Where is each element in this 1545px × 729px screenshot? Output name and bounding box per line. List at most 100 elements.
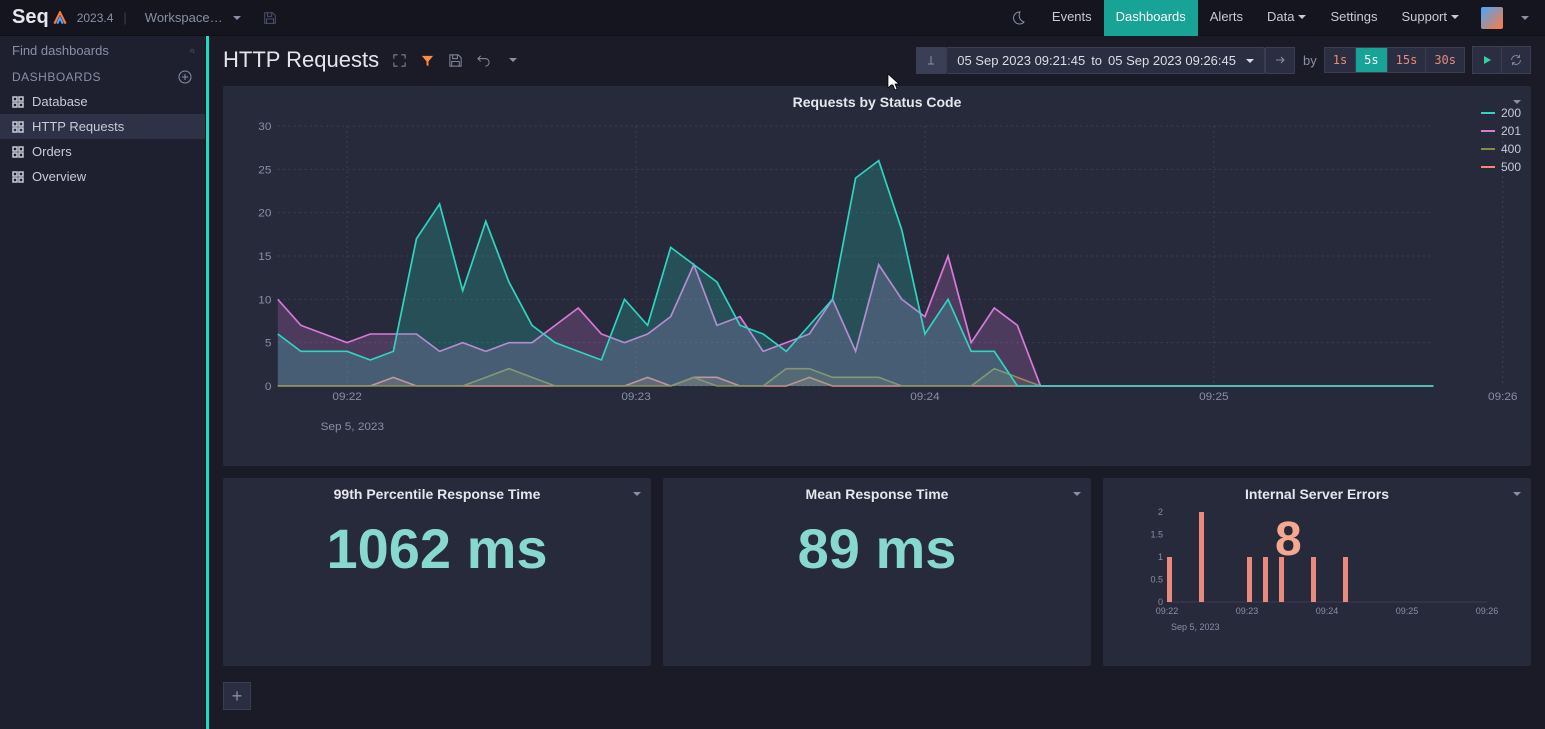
legend-item[interactable]: 200 — [1481, 106, 1521, 120]
refresh-icon — [1509, 53, 1523, 67]
sidebar-item-database[interactable]: Database — [0, 89, 205, 114]
chevron-down-icon — [1242, 53, 1254, 68]
sidebar-search — [0, 36, 205, 65]
panel-menu[interactable] — [1069, 486, 1081, 501]
svg-text:09:25: 09:25 — [1199, 391, 1228, 403]
by-label: by — [1303, 53, 1317, 68]
search-icon[interactable] — [190, 44, 195, 58]
main-content: HTTP Requests 05 Sep 2023 09:21:45 to 05… — [206, 36, 1545, 729]
interval-15s[interactable]: 15s — [1387, 47, 1427, 73]
svg-text:09:23: 09:23 — [621, 391, 650, 403]
sidebar-item-overview[interactable]: Overview — [0, 164, 205, 189]
moon-icon — [1010, 10, 1026, 26]
bar-chart-svg: 00.511.5209:2209:2309:2409:2509:26Sep 5,… — [1115, 502, 1519, 632]
nav-alerts[interactable]: Alerts — [1198, 0, 1255, 36]
dashboard-list: Database HTTP Requests Orders Overview — [0, 89, 205, 189]
svg-text:09:22: 09:22 — [1156, 606, 1179, 616]
workspace-name: Workspace… — [145, 10, 223, 25]
anchor-icon — [925, 54, 937, 66]
undo-button[interactable] — [473, 50, 493, 70]
time-range-picker[interactable]: 05 Sep 2023 09:21:45 to 05 Sep 2023 09:2… — [946, 47, 1265, 74]
sidebar-item-orders[interactable]: Orders — [0, 139, 205, 164]
workspace-selector[interactable]: Workspace… — [137, 6, 249, 29]
undo-icon — [476, 53, 491, 68]
time-to-lbl: to — [1091, 53, 1102, 68]
page-title: HTTP Requests — [223, 47, 379, 73]
area-chart-svg: 05101520253009:2209:2309:2409:2509:26Sep… — [235, 116, 1519, 436]
svg-text:30: 30 — [258, 121, 271, 133]
legend-item[interactable]: 201 — [1481, 124, 1521, 138]
section-title: DASHBOARDS — [12, 70, 101, 84]
user-menu[interactable] — [1513, 10, 1533, 26]
svg-text:Sep 5, 2023: Sep 5, 2023 — [321, 421, 384, 433]
mean-panel: Mean Response Time 89 ms — [663, 478, 1091, 666]
search-input[interactable] — [10, 42, 190, 59]
panel-title: Mean Response Time — [675, 486, 1079, 502]
interval-buttons: 1s 5s 15s 30s — [1325, 47, 1465, 73]
top-bar: Seq 2023.4 | Workspace… Events Dashboard… — [0, 0, 1545, 36]
sidebar-item-http-requests[interactable]: HTTP Requests — [0, 114, 205, 139]
nav-events[interactable]: Events — [1040, 0, 1104, 36]
status-chart[interactable]: 05101520253009:2209:2309:2409:2509:26Sep… — [235, 116, 1519, 436]
interval-1s[interactable]: 1s — [1324, 47, 1356, 73]
grid-icon — [12, 171, 24, 183]
metric-row: 99th Percentile Response Time 1062 ms Me… — [223, 478, 1531, 666]
svg-text:Sep 5, 2023: Sep 5, 2023 — [1171, 622, 1220, 632]
errors-chart[interactable]: 00.511.5209:2209:2309:2409:2509:26Sep 5,… — [1115, 502, 1519, 632]
sidebar: DASHBOARDS Database HTTP Requests Orders… — [0, 36, 206, 729]
primary-nav: Events Dashboards Alerts Data Settings S… — [1040, 0, 1471, 36]
time-to: 05 Sep 2023 09:26:45 — [1108, 53, 1236, 68]
save-button[interactable] — [445, 50, 465, 70]
more-button[interactable] — [501, 50, 521, 70]
errors-panel: Internal Server Errors 00.511.5209:2209:… — [1103, 478, 1531, 666]
chart-legend: 200 201 400 500 — [1481, 106, 1521, 174]
panel-menu[interactable] — [1509, 486, 1521, 501]
sidebar-item-label: Database — [32, 94, 88, 109]
svg-text:5: 5 — [265, 338, 272, 350]
svg-text:20: 20 — [258, 208, 271, 220]
play-icon — [1481, 54, 1493, 66]
errors-total: 8 — [1275, 512, 1302, 567]
logo-mark-icon — [53, 11, 67, 25]
jump-forward-button[interactable] — [1265, 47, 1295, 74]
filter-icon — [420, 53, 435, 68]
user-avatar[interactable] — [1481, 7, 1503, 29]
legend-item[interactable]: 500 — [1481, 160, 1521, 174]
svg-text:1: 1 — [1158, 552, 1163, 562]
play-controls — [1473, 46, 1531, 74]
svg-text:1.5: 1.5 — [1150, 530, 1163, 540]
nav-support[interactable]: Support — [1389, 0, 1471, 36]
grid-icon — [12, 96, 24, 108]
time-from: 05 Sep 2023 09:21:45 — [957, 53, 1085, 68]
nav-settings[interactable]: Settings — [1318, 0, 1389, 36]
add-panel-button[interactable]: + — [223, 682, 251, 710]
svg-text:09:26: 09:26 — [1488, 391, 1517, 403]
theme-toggle-button[interactable] — [1006, 6, 1030, 30]
panel-title: Requests by Status Code — [235, 94, 1519, 110]
fullscreen-button[interactable] — [389, 50, 409, 70]
svg-text:09:22: 09:22 — [332, 391, 361, 403]
p99-panel: 99th Percentile Response Time 1062 ms — [223, 478, 651, 666]
range-anchor-button[interactable] — [916, 47, 946, 74]
logo[interactable]: Seq — [12, 6, 67, 29]
arrow-right-icon — [1274, 54, 1286, 66]
refresh-button[interactable] — [1501, 46, 1531, 74]
panel-menu[interactable] — [629, 486, 641, 501]
time-controls: 05 Sep 2023 09:21:45 to 05 Sep 2023 09:2… — [916, 46, 1531, 74]
divider: | — [123, 10, 126, 25]
interval-5s[interactable]: 5s — [1355, 47, 1387, 73]
add-dashboard-icon[interactable] — [177, 69, 193, 85]
nav-data[interactable]: Data — [1255, 0, 1318, 36]
panel-title: 99th Percentile Response Time — [235, 486, 639, 502]
sidebar-item-label: HTTP Requests — [32, 119, 124, 134]
interval-30s[interactable]: 30s — [1425, 47, 1465, 73]
filter-button[interactable] — [417, 50, 437, 70]
save-workspace-button[interactable] — [259, 7, 281, 29]
nav-dashboards[interactable]: Dashboards — [1104, 0, 1198, 36]
svg-text:0: 0 — [265, 381, 272, 393]
save-icon — [448, 53, 463, 68]
legend-item[interactable]: 400 — [1481, 142, 1521, 156]
play-button[interactable] — [1472, 46, 1502, 74]
title-tools — [389, 50, 521, 70]
svg-text:25: 25 — [258, 165, 271, 177]
